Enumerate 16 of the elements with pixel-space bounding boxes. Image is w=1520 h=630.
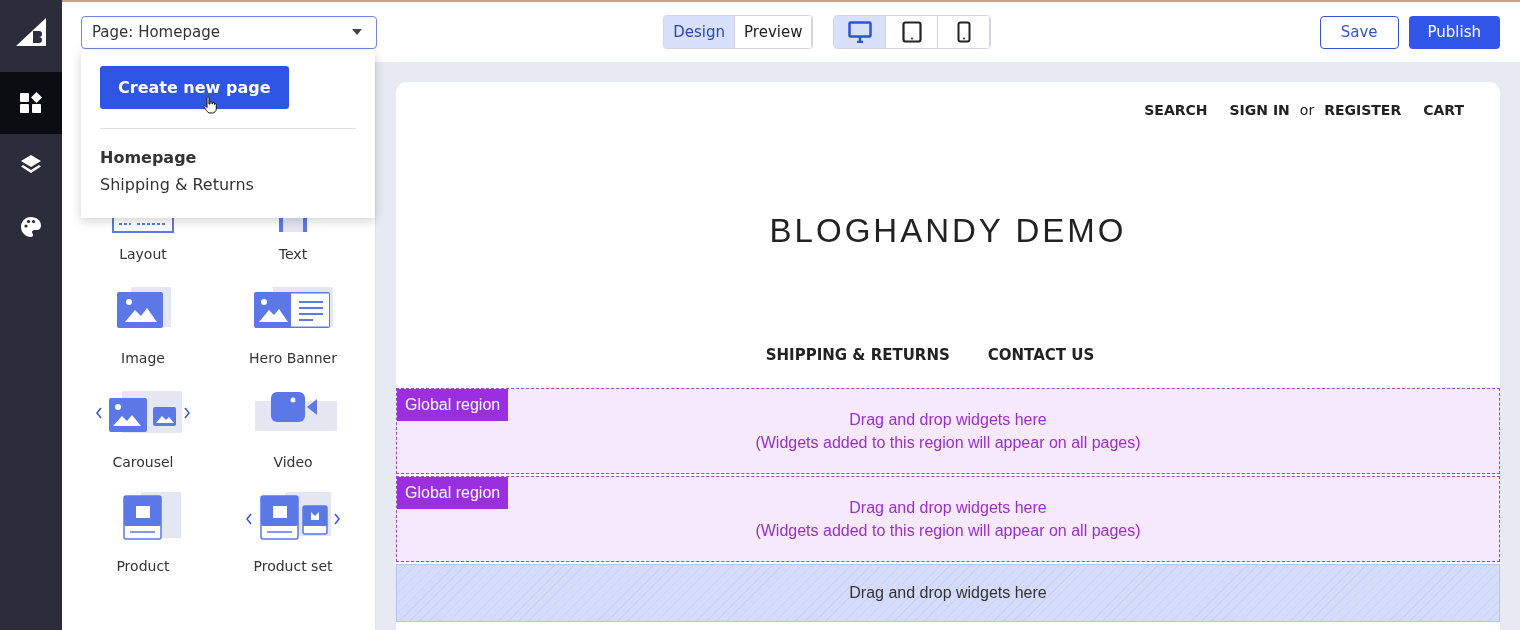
region-tag: Global region — [397, 389, 509, 421]
widget-label: Text — [278, 246, 308, 262]
widget-label: Carousel — [112, 454, 174, 470]
widget-label: Hero Banner — [249, 350, 337, 366]
drop-hint: Drag and drop widgets here — [849, 498, 1047, 517]
widget-label: Product set — [253, 558, 333, 574]
widget-label: Product — [116, 558, 170, 574]
widget-label: Video — [273, 454, 313, 470]
drop-hint: (Widgets added to this region will appear on all pages) — [755, 521, 1141, 540]
drop-hint: Drag and drop widgets here — [849, 410, 1047, 429]
region-tag: Global region — [397, 477, 509, 509]
store-title: BLOGHANDY DEMO — [768, 212, 1128, 250]
widget-label: Layout — [119, 246, 167, 262]
widget-label: Image — [121, 350, 165, 366]
drop-hint: (Widgets added to this region will appear on all pages) — [755, 433, 1141, 452]
drop-hint: Drag and drop widgets here — [849, 584, 1047, 602]
